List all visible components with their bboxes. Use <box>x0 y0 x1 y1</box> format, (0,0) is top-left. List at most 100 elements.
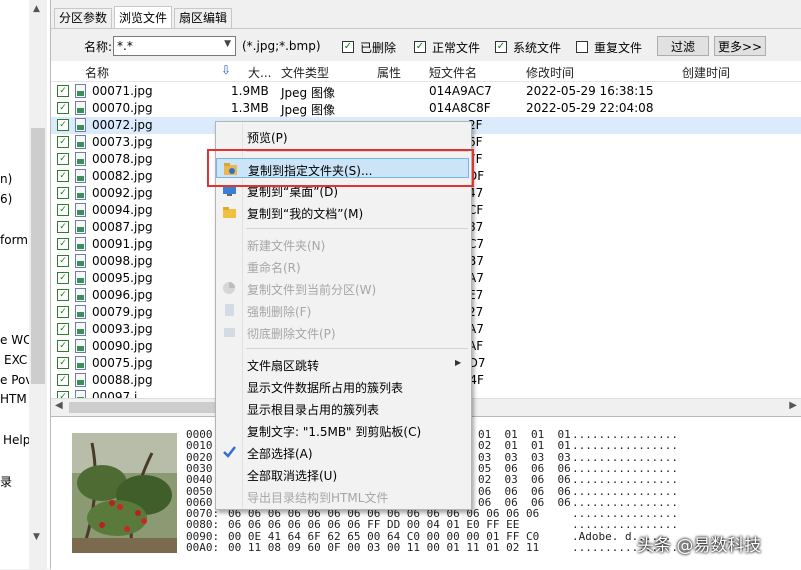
row-checkbox[interactable]: ✓ <box>57 289 69 301</box>
menu-item-rename[interactable]: 重命名(R) <box>216 256 469 276</box>
duplicate-files-checkbox-label: 重复文件 <box>594 41 643 55</box>
tree-item[interactable]: EXC <box>4 353 27 367</box>
file-size: 1.9MB <box>231 84 269 98</box>
image-file-icon <box>75 390 86 398</box>
menu-item-wipe-delete[interactable]: 彻底删除文件(P) <box>216 322 469 342</box>
file-name: 00073.jpg <box>92 135 153 149</box>
filter-button[interactable]: 过滤 <box>657 36 709 56</box>
menu-separator <box>246 228 468 229</box>
folder-tree-panel[interactable]: n) 6) form e WC EXC e Pov HTM Help 录 ▲ ▼ <box>0 0 51 569</box>
tree-item[interactable]: e WC <box>0 333 31 347</box>
column-header-type[interactable]: 文件类型 <box>281 64 329 81</box>
menu-item-export-html[interactable]: 导出目录结构到HTML文件 <box>216 486 469 506</box>
name-filter-combobox[interactable]: *.* ▼ <box>113 36 236 56</box>
column-header-shortname[interactable]: 短文件名 <box>429 64 477 81</box>
file-name: 00075.jpg <box>92 356 153 370</box>
table-row[interactable]: ✓ 00071.jpg 1.9MB Jpeg 图像 014A9AC7 2022-05-29… <box>51 83 801 100</box>
tree-item[interactable]: e Pov <box>0 373 32 387</box>
tree-scroll-thumb[interactable] <box>31 128 45 384</box>
hex-offset: 00A0: <box>186 541 220 554</box>
scroll-up-arrow-icon[interactable]: ▲ <box>33 4 40 14</box>
scroll-right-arrow-icon[interactable]: ▶ <box>789 400 797 411</box>
checkmark-icon <box>222 445 237 459</box>
tab-sector-edit[interactable]: 扇区编辑 <box>174 8 233 28</box>
file-name: 00097.j <box>92 390 138 398</box>
partition-icon <box>222 281 237 295</box>
row-checkbox[interactable]: ✓ <box>57 357 69 369</box>
row-checkbox[interactable]: ✓ <box>57 136 69 148</box>
row-checkbox[interactable]: ✓ <box>57 119 69 131</box>
image-file-icon <box>75 220 86 234</box>
chevron-down-icon[interactable]: ▼ <box>224 39 231 49</box>
file-name: 00090.jpg <box>92 339 153 353</box>
tree-item[interactable]: 6) <box>0 192 12 206</box>
menu-item-select-all[interactable]: 全部选择(A) <box>216 442 469 462</box>
tab-browse-files[interactable]: 浏览文件 <box>114 6 173 29</box>
modified-time: 2022-05-29 16:38:15 <box>526 84 654 98</box>
normal-files-checkbox[interactable]: ✓ <box>414 41 426 53</box>
row-checkbox[interactable]: ✓ <box>57 204 69 216</box>
tab-partition-params[interactable]: 分区参数 <box>54 8 113 28</box>
menu-item-copy-to-partition[interactable]: 复制文件到当前分区(W) <box>216 278 469 298</box>
column-header-attr[interactable]: 属性 <box>377 64 401 81</box>
row-checkbox[interactable]: ✓ <box>57 238 69 250</box>
name-filter-input[interactable]: *.* <box>117 39 133 53</box>
file-name: 00070.jpg <box>92 101 153 115</box>
more-button[interactable]: 更多>> <box>714 36 766 56</box>
row-checkbox[interactable]: ✓ <box>57 374 69 386</box>
duplicate-files-checkbox[interactable] <box>576 41 588 53</box>
file-name: 00082.jpg <box>92 169 153 183</box>
row-checkbox[interactable]: ✓ <box>57 255 69 267</box>
row-checkbox[interactable]: ✓ <box>57 391 69 398</box>
tree-item[interactable]: form <box>0 233 28 247</box>
image-file-icon <box>75 186 86 200</box>
modified-time: 2022-05-29 22:04:08 <box>526 101 654 115</box>
menu-item-copy-to-documents[interactable]: 复制到“我的文档”(M) <box>216 202 469 222</box>
row-checkbox[interactable]: ✓ <box>57 340 69 352</box>
menu-item-preview[interactable]: 预览(P) <box>216 126 469 146</box>
folder-icon <box>222 205 237 219</box>
sort-down-arrow-icon[interactable]: ⇩ <box>221 63 231 77</box>
file-type: Jpeg 图像 <box>281 86 335 100</box>
row-checkbox[interactable]: ✓ <box>57 306 69 318</box>
tree-item[interactable]: n) <box>0 172 12 186</box>
table-row[interactable]: ✓ 00070.jpg 1.3MB Jpeg 图像 014A8C8F 2022-05-29… <box>51 100 801 117</box>
menu-item-file-cluster-list[interactable]: 显示文件数据所占用的簇列表 <box>216 376 469 396</box>
row-checkbox[interactable]: ✓ <box>57 272 69 284</box>
row-checkbox[interactable]: ✓ <box>57 323 69 335</box>
filter-hint: (*.jpg;*.bmp) <box>242 39 321 53</box>
row-checkbox[interactable]: ✓ <box>57 85 69 97</box>
column-header-mtime[interactable]: 修改时间 <box>526 64 574 81</box>
row-checkbox[interactable]: ✓ <box>57 102 69 114</box>
scroll-down-arrow-icon[interactable]: ▼ <box>33 532 40 542</box>
hex-bytes: 00 11 08 09 60 0F 00 03 00 11 00 01 11 0… <box>228 541 540 554</box>
tree-item[interactable]: 录 <box>0 473 12 490</box>
name-filter-label: 名称: <box>84 40 113 54</box>
tree-item[interactable]: HTM <box>0 392 27 406</box>
column-header-name[interactable]: 名称 <box>85 64 109 81</box>
menu-item-new-folder[interactable]: 新建文件夹(N) <box>216 234 469 254</box>
column-header-ctime[interactable]: 创建时间 <box>682 64 730 81</box>
system-files-checkbox-label: 系统文件 <box>513 41 562 55</box>
menu-item-force-delete[interactable]: 强制删除(F) <box>216 300 469 320</box>
row-checkbox[interactable]: ✓ <box>57 221 69 233</box>
image-file-icon <box>75 356 86 370</box>
normal-files-checkbox-label: 正常文件 <box>432 41 481 55</box>
menu-item-sector-jump[interactable]: 文件扇区跳转 ▶ <box>216 354 469 374</box>
file-name: 00088.jpg <box>92 373 153 387</box>
row-checkbox[interactable]: ✓ <box>57 187 69 199</box>
row-checkbox[interactable]: ✓ <box>57 153 69 165</box>
menu-item-copy-text[interactable]: 复制文字: "1.5MB" 到剪贴板(C) <box>216 420 469 440</box>
tree-item[interactable]: Help <box>3 433 30 447</box>
system-files-checkbox[interactable]: ✓ <box>495 41 507 53</box>
image-file-icon <box>75 339 86 353</box>
column-header-size[interactable]: 大... <box>248 64 271 81</box>
menu-separator <box>246 348 468 349</box>
scroll-left-arrow-icon[interactable]: ◀ <box>55 400 63 411</box>
menu-item-deselect-all[interactable]: 全部取消选择(U) <box>216 464 469 484</box>
deleted-checkbox[interactable]: ✓ <box>342 41 354 53</box>
highlight-annotation-box <box>207 149 474 187</box>
menu-item-root-cluster-list[interactable]: 显示根目录占用的簇列表 <box>216 398 469 418</box>
file-name: 00098.jpg <box>92 254 153 268</box>
row-checkbox[interactable]: ✓ <box>57 170 69 182</box>
